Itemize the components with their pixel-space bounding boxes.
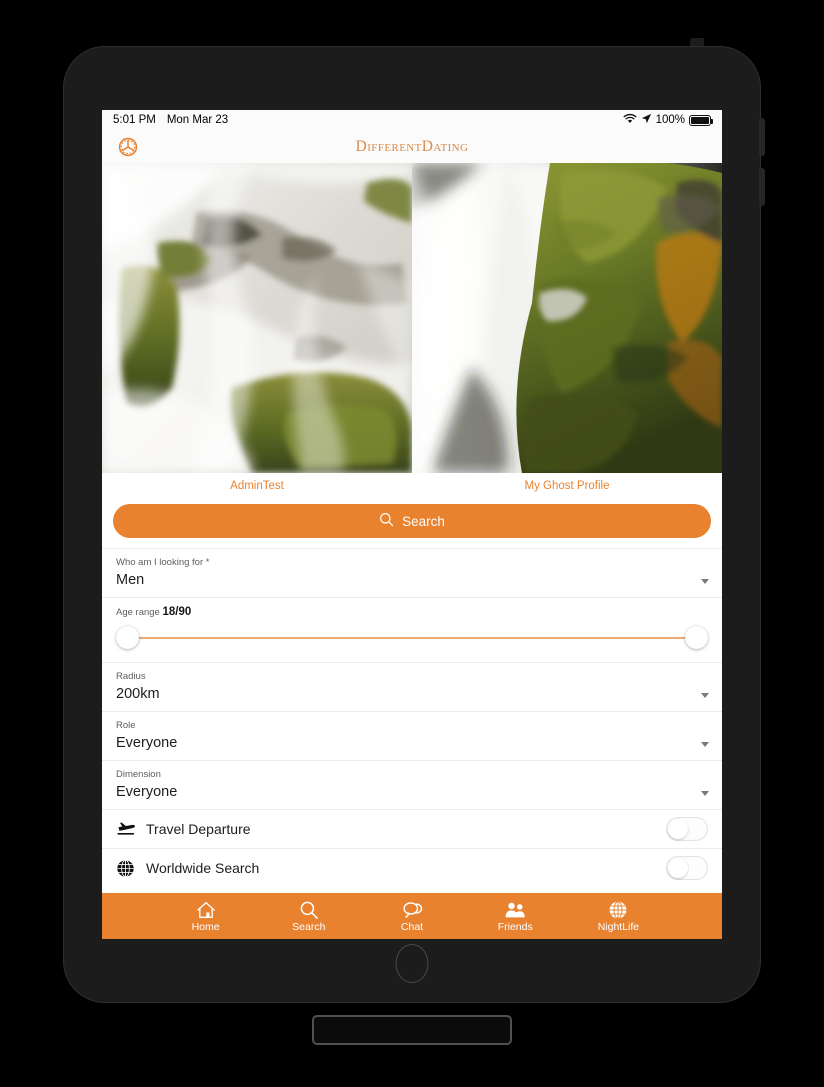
profile-name-admin[interactable]: AdminTest	[102, 480, 412, 492]
globe-icon	[116, 859, 140, 878]
settings-wheel-icon[interactable]	[116, 135, 140, 159]
age-slider-track	[126, 637, 698, 639]
field-dimension-value: Everyone	[116, 784, 178, 800]
field-looking-for-label: Who am I looking for *	[116, 557, 210, 568]
chevron-down-icon[interactable]	[701, 579, 709, 584]
nav-item-home[interactable]: Home	[154, 899, 257, 933]
home-icon	[196, 899, 216, 920]
nav-item-nightlife[interactable]: NightLife	[567, 899, 670, 933]
field-looking-for[interactable]: Who am I looking for * Men	[102, 548, 722, 597]
travel-departure-toggle[interactable]	[666, 817, 708, 841]
battery-percent-label: 100%	[655, 114, 685, 126]
volume-down-button[interactable]	[759, 168, 765, 206]
row-worldwide-search[interactable]: Worldwide Search	[102, 848, 722, 887]
search-button-label: Search	[402, 513, 445, 529]
search-icon	[299, 899, 319, 920]
age-slider-max-handle[interactable]	[685, 626, 708, 649]
field-dimension-label: Dimension	[116, 769, 161, 780]
airplane-departure-icon	[116, 820, 140, 838]
volume-up-button[interactable]	[759, 118, 765, 156]
search-button-container: Search	[102, 498, 722, 548]
field-radius[interactable]: Radius 200km	[102, 662, 722, 711]
profile-photo-ghost[interactable]	[412, 163, 722, 473]
chevron-down-icon[interactable]	[701, 693, 709, 698]
profile-photo-admin[interactable]	[102, 163, 412, 473]
age-range-slider[interactable]	[116, 626, 708, 650]
profile-photos-row	[102, 163, 722, 473]
app-logo: DifferentDating	[355, 137, 469, 155]
globe-icon	[608, 899, 628, 920]
status-bar: 5:01 PM Mon Mar 23 100%	[102, 110, 722, 130]
external-keyboard-bar	[312, 1015, 512, 1045]
chevron-down-icon[interactable]	[701, 742, 709, 747]
worldwide-search-label: Worldwide Search	[146, 860, 260, 876]
status-time: 5:01 PM	[113, 114, 156, 126]
field-age-range[interactable]: Age range 18/90	[102, 597, 722, 662]
friends-people-icon	[504, 899, 526, 920]
toggle-knob	[668, 819, 688, 839]
nav-label-home: Home	[191, 921, 220, 933]
field-role-label: Role	[116, 720, 136, 731]
nav-item-search[interactable]: Search	[257, 899, 360, 933]
wifi-icon	[623, 113, 637, 127]
toggle-knob	[668, 858, 688, 878]
nav-item-chat[interactable]: Chat	[360, 899, 463, 933]
field-age-range-label: Age range 18/90	[116, 605, 708, 620]
field-radius-label: Radius	[116, 671, 146, 682]
search-icon	[379, 512, 394, 530]
search-filters-form: Who am I looking for * Men Age range 18/…	[102, 548, 722, 887]
worldwide-search-toggle[interactable]	[666, 856, 708, 880]
field-radius-value: 200km	[116, 686, 160, 702]
app-header: DifferentDating	[102, 130, 722, 163]
age-range-text: Age range	[116, 607, 160, 618]
profile-names-row: AdminTest My Ghost Profile	[102, 473, 722, 498]
row-travel-departure[interactable]: Travel Departure	[102, 809, 722, 848]
age-slider-min-handle[interactable]	[116, 626, 139, 649]
field-looking-for-value: Men	[116, 572, 145, 588]
field-role-value: Everyone	[116, 735, 178, 751]
nav-item-friends[interactable]: Friends	[464, 899, 567, 933]
location-arrow-icon	[641, 113, 652, 127]
bottom-navigation-bar: Home Search Chat Friends NightLife	[102, 893, 722, 939]
nav-label-friends: Friends	[497, 921, 533, 933]
search-button[interactable]: Search	[113, 504, 711, 538]
age-range-value: 18/90	[162, 606, 192, 618]
field-dimension[interactable]: Dimension Everyone	[102, 760, 722, 809]
chat-bubbles-icon	[402, 899, 423, 920]
chevron-down-icon[interactable]	[701, 791, 709, 796]
status-date: Mon Mar 23	[166, 114, 229, 126]
device-screen: 5:01 PM Mon Mar 23 100% DifferentDating …	[102, 110, 722, 939]
tablet-home-button[interactable]	[395, 944, 429, 983]
field-role[interactable]: Role Everyone	[102, 711, 722, 760]
nav-label-chat: Chat	[400, 921, 424, 933]
profile-name-ghost[interactable]: My Ghost Profile	[412, 480, 722, 492]
nav-label-search: Search	[292, 921, 326, 933]
nav-label-nightlife: NightLife	[597, 921, 640, 933]
travel-departure-label: Travel Departure	[146, 821, 251, 837]
battery-full-icon	[689, 114, 713, 126]
